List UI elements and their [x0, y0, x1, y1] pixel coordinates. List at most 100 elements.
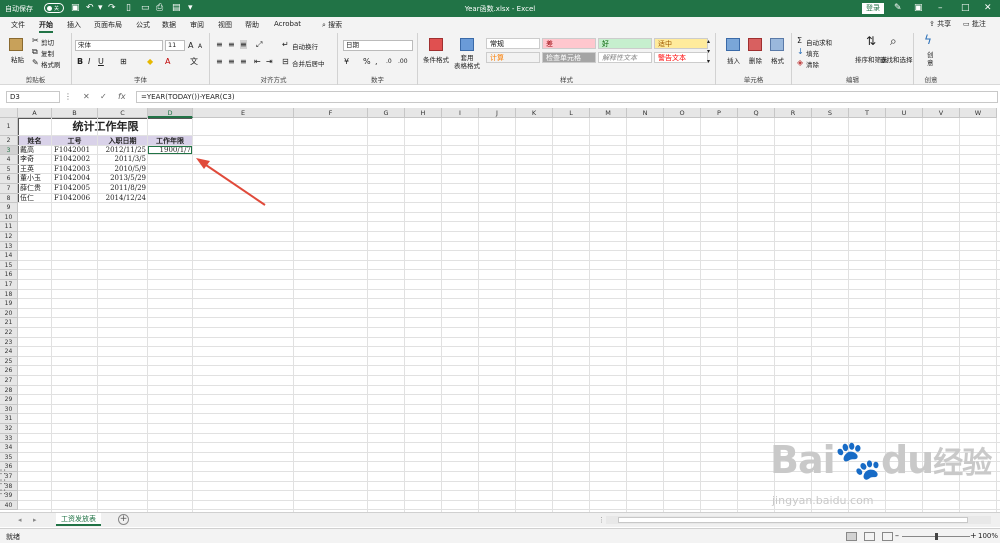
ribbon-display-icon[interactable]: ▣	[914, 3, 923, 13]
font-size-select[interactable]: 11	[165, 40, 185, 51]
login-button[interactable]: 登录	[862, 3, 884, 14]
page-break-view-icon[interactable]	[882, 532, 893, 541]
column-header-v[interactable]: V	[923, 108, 960, 118]
row-header-24[interactable]: 24	[0, 347, 18, 357]
quick-access-dropdown-icon[interactable]: ▾	[188, 3, 193, 13]
column-header-k[interactable]: K	[516, 108, 553, 118]
normal-view-icon[interactable]	[846, 532, 857, 541]
column-header-w[interactable]: W	[960, 108, 997, 118]
delete-cells-icon[interactable]	[748, 38, 762, 51]
style-explanatory[interactable]: 解释性文本	[598, 52, 652, 63]
column-header-h[interactable]: H	[405, 108, 442, 118]
zoom-level[interactable]: 100%	[978, 532, 998, 540]
tab-home[interactable]: 开始	[39, 20, 53, 33]
zoom-in-icon[interactable]: +	[970, 531, 977, 540]
row-header-17[interactable]: 17	[0, 280, 18, 290]
next-sheet-icon[interactable]: ▸	[33, 516, 37, 524]
tab-insert[interactable]: 插入	[67, 20, 81, 30]
row-header-11[interactable]: 11	[0, 222, 18, 232]
increase-decimal-icon[interactable]: .0	[386, 57, 392, 66]
align-middle-icon[interactable]: ≡	[228, 40, 235, 49]
row-header-5[interactable]: 5	[0, 164, 18, 175]
column-header-i[interactable]: I	[442, 108, 479, 118]
underline-icon[interactable]: U	[98, 57, 104, 66]
column-header-f[interactable]: F	[294, 108, 368, 118]
styles-scroll-down-icon[interactable]: ▾	[707, 47, 710, 56]
search-box[interactable]: ⌕ 搜索	[322, 20, 342, 30]
border-icon[interactable]: ⊞	[120, 57, 127, 66]
row-header-4[interactable]: 4	[0, 155, 18, 165]
styles-more-icon[interactable]: ▾	[707, 57, 710, 66]
column-header-o[interactable]: O	[664, 108, 701, 118]
column-header-e[interactable]: E	[193, 108, 294, 118]
fill-color-icon[interactable]: ◆	[147, 57, 153, 66]
insert-function-icon[interactable]: fx	[118, 92, 126, 101]
format-painter-icon[interactable]: ✎	[32, 58, 39, 67]
autosum-button[interactable]: 自动求和	[806, 37, 832, 47]
scrollbar-thumb[interactable]	[618, 517, 968, 523]
wrap-text-button[interactable]: 自动换行	[292, 41, 318, 51]
font-color-icon[interactable]: A	[165, 57, 170, 66]
row-header-22[interactable]: 22	[0, 328, 18, 338]
column-header-s[interactable]: S	[812, 108, 849, 118]
format-as-table-button[interactable]: 套用 表格格式	[454, 54, 480, 70]
tab-file[interactable]: 文件	[11, 20, 25, 30]
share-button[interactable]: ⇪ 共享	[929, 19, 951, 29]
align-left-icon[interactable]: ≡	[216, 57, 223, 66]
column-header-t[interactable]: T	[849, 108, 886, 118]
row-header-32[interactable]: 32	[0, 424, 18, 434]
row-header-28[interactable]: 28	[0, 385, 18, 396]
row-header-2[interactable]: 2	[0, 136, 18, 146]
paste-button[interactable]: 粘贴	[11, 54, 24, 64]
column-header-u[interactable]: U	[886, 108, 923, 118]
style-check-cell[interactable]: 检查单元格	[542, 52, 596, 63]
creative-button[interactable]: 创 意	[927, 51, 934, 67]
align-top-icon[interactable]: ≡	[216, 40, 223, 49]
copy-icon[interactable]: ⧉	[32, 47, 38, 56]
autosave-toggle[interactable]: 关	[44, 3, 64, 13]
open-folder-icon[interactable]: ▭	[141, 3, 150, 13]
select-all-corner[interactable]	[0, 108, 18, 118]
namebox-dropdown-icon[interactable]: ⋮	[64, 92, 72, 101]
prev-sheet-icon[interactable]: ◂	[18, 516, 22, 524]
format-cells-icon[interactable]	[770, 38, 784, 51]
tab-page-layout[interactable]: 页面布局	[94, 20, 122, 30]
row-header-9[interactable]: 9	[0, 203, 18, 213]
cut-button[interactable]: 剪切	[41, 37, 54, 47]
tab-formulas[interactable]: 公式	[136, 20, 150, 30]
new-file-icon[interactable]: ▯	[126, 3, 131, 13]
comma-style-icon[interactable]: ,	[375, 57, 378, 66]
zoom-slider-thumb[interactable]	[935, 533, 938, 540]
align-center-icon[interactable]: ≡	[228, 57, 235, 66]
delete-cells-button[interactable]: 删除	[749, 55, 762, 65]
tab-help[interactable]: 帮助	[245, 20, 259, 30]
sort-filter-icon[interactable]: ⇅	[866, 35, 876, 47]
row-header-14[interactable]: 14	[0, 251, 18, 261]
column-header-m[interactable]: M	[590, 108, 627, 118]
row-header-13[interactable]: 13	[0, 241, 18, 252]
row-header-12[interactable]: 12	[0, 232, 18, 242]
find-select-icon[interactable]: ⌕	[890, 35, 897, 47]
row-header-19[interactable]: 19	[0, 299, 18, 309]
fill-button[interactable]: 填充	[806, 48, 819, 58]
insert-cells-icon[interactable]	[726, 38, 740, 51]
open-icon[interactable]: ▤	[172, 3, 181, 13]
minimize-icon[interactable]: –	[938, 3, 943, 13]
row-header-18[interactable]: 18	[0, 289, 18, 300]
column-header-n[interactable]: N	[627, 108, 664, 118]
increase-font-icon[interactable]: A	[188, 41, 193, 50]
tab-split-icon[interactable]: ⋮	[598, 516, 605, 524]
font-name-select[interactable]: 宋体	[75, 40, 163, 51]
row-header-23[interactable]: 23	[0, 337, 18, 348]
add-sheet-icon[interactable]: +	[118, 514, 129, 525]
row-header-29[interactable]: 29	[0, 395, 18, 405]
row-header-25[interactable]: 25	[0, 356, 18, 367]
column-header-j[interactable]: J	[479, 108, 516, 118]
cancel-icon[interactable]: ✕	[83, 92, 90, 101]
pen-icon[interactable]: ✎	[894, 3, 902, 13]
italic-icon[interactable]: I	[88, 57, 90, 66]
row-header-16[interactable]: 16	[0, 270, 18, 280]
column-header-q[interactable]: Q	[738, 108, 775, 118]
name-box[interactable]: D3	[6, 91, 60, 103]
percent-icon[interactable]: %	[363, 57, 371, 66]
